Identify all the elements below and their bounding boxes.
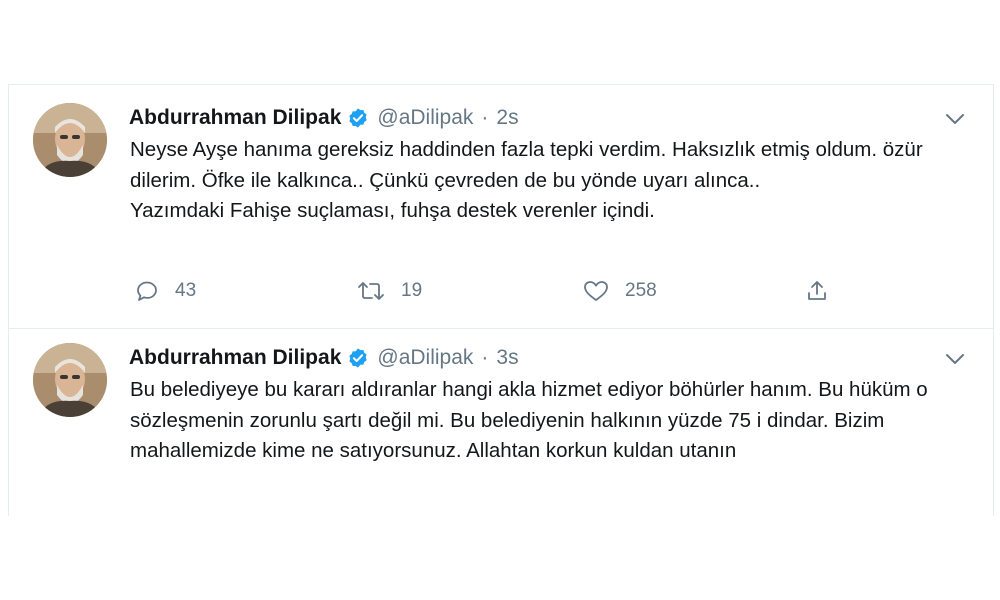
timestamp[interactable]: 2s <box>496 106 518 130</box>
user-handle[interactable]: @aDilipak <box>377 346 473 370</box>
retweet-icon <box>358 282 384 300</box>
verified-badge-icon <box>349 348 367 368</box>
reply-icon <box>137 281 157 301</box>
tweet-header: Abdurrahman Dilipak @aDilipak · 3s <box>129 343 519 373</box>
reply-count: 43 <box>175 280 197 301</box>
separator: · <box>481 106 489 129</box>
tweet-text: Bu belediyeye bu kararı aldıranlar hangi… <box>130 375 980 467</box>
chevron-down-icon[interactable] <box>945 112 965 126</box>
retweet-button[interactable]: 19 <box>357 277 422 305</box>
heart-icon <box>584 281 608 301</box>
share-button[interactable] <box>805 277 845 305</box>
tweet-actions: 43 19 258 <box>129 277 849 305</box>
tweet-paragraph: Bu belediyeye bu kararı aldıranlar hangi… <box>130 378 928 462</box>
display-name[interactable]: Abdurrahman Dilipak <box>129 106 341 130</box>
user-handle[interactable]: @aDilipak <box>377 106 473 130</box>
avatar[interactable] <box>33 343 107 417</box>
tweet-header: Abdurrahman Dilipak @aDilipak · 2s <box>129 103 519 133</box>
separator: · <box>481 346 489 369</box>
chevron-down-icon[interactable] <box>945 352 965 366</box>
share-icon <box>808 281 826 300</box>
like-button[interactable]: 258 <box>583 277 657 305</box>
tweet-text: Neyse Ayşe hanıma gereksiz haddinden faz… <box>130 135 980 227</box>
retweet-count: 19 <box>401 280 423 301</box>
avatar-photo <box>33 343 107 417</box>
tweet-paragraph: Neyse Ayşe hanıma gereksiz haddinden faz… <box>130 138 923 192</box>
tweet[interactable]: Abdurrahman Dilipak @aDilipak · 2s Neyse… <box>9 84 993 329</box>
avatar[interactable] <box>33 103 107 177</box>
avatar-photo <box>33 103 107 177</box>
tweet[interactable]: Abdurrahman Dilipak @aDilipak · 3s Bu be… <box>9 328 993 516</box>
verified-badge-icon <box>349 108 367 128</box>
tweet-timeline: Abdurrahman Dilipak @aDilipak · 2s Neyse… <box>8 84 994 516</box>
tweet-paragraph: Yazımdaki Fahişe suçlaması, fuhşa destek… <box>130 199 655 222</box>
reply-button[interactable]: 43 <box>135 277 196 305</box>
like-count: 258 <box>625 280 657 301</box>
timestamp[interactable]: 3s <box>496 346 518 370</box>
display-name[interactable]: Abdurrahman Dilipak <box>129 346 341 370</box>
